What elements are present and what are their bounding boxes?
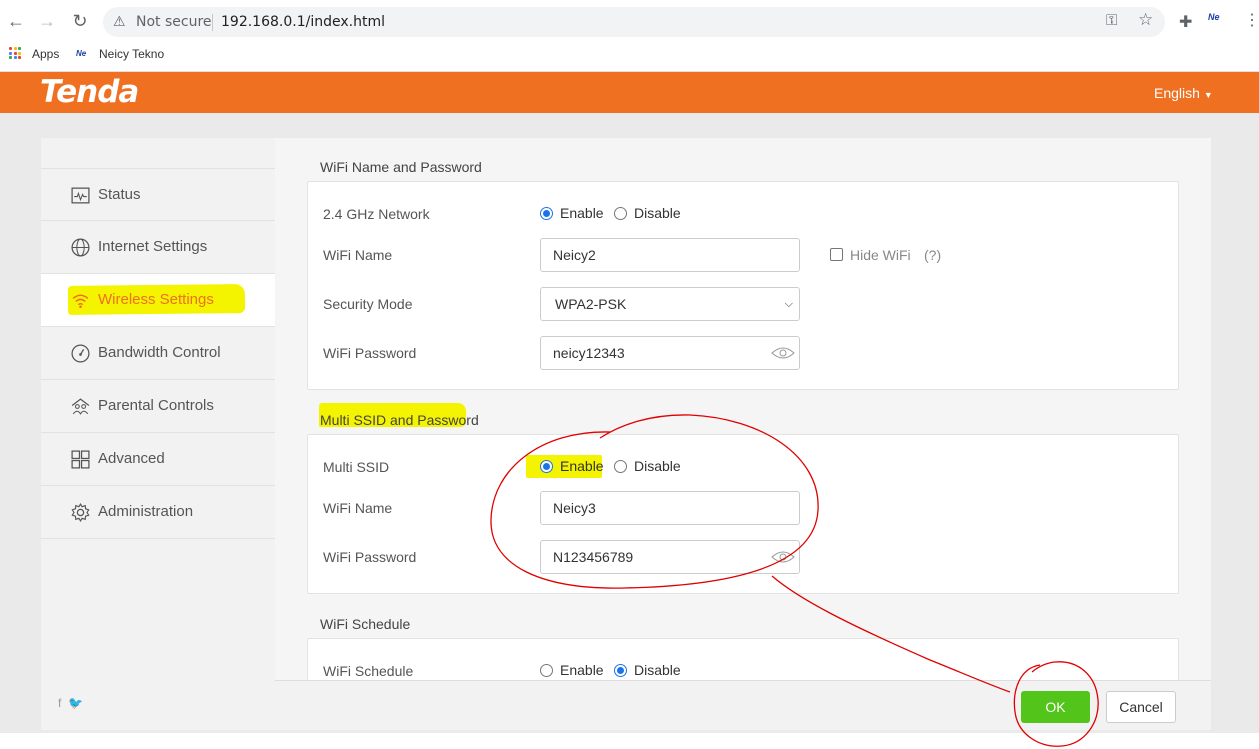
help-icon[interactable]: (?) <box>924 247 941 263</box>
status-icon <box>71 187 90 204</box>
globe-icon <box>71 238 90 257</box>
router-header: Tenda English ▼ <box>0 72 1259 113</box>
family-icon <box>71 398 90 415</box>
eye-icon[interactable] <box>771 550 795 564</box>
sidebar: Status Internet Settings Wireless Settin… <box>41 138 275 730</box>
hide-wifi-checkbox[interactable] <box>830 248 843 261</box>
gauge-icon <box>71 344 90 363</box>
sidebar-item-label: Bandwidth Control <box>98 344 221 361</box>
multi-wifi-password-label: WiFi Password <box>323 549 417 565</box>
bookmark-neicy-tekno[interactable]: Neicy Tekno <box>99 47 164 61</box>
address-bar[interactable]: ⚠ Not secure 192.168.0.1/index.html ⚿ ☆ <box>103 7 1165 37</box>
extensions-puzzle-icon[interactable]: ✚ <box>1179 12 1192 32</box>
enable-label[interactable]: Enable <box>560 205 604 221</box>
apps-grid-icon[interactable] <box>9 47 21 59</box>
gear-icon <box>71 502 90 523</box>
sidebar-item-label: Advanced <box>98 450 165 467</box>
browser-menu-icon[interactable]: ⋮ <box>1244 10 1259 30</box>
wifi-name-input[interactable]: Neicy2 <box>540 238 800 272</box>
browser-toolbar: ← → ↻ ⚠ Not secure 192.168.0.1/index.htm… <box>0 0 1259 44</box>
sidebar-item-parental-controls[interactable]: Parental Controls <box>41 380 275 433</box>
network-enable-radio[interactable] <box>540 207 553 220</box>
wifi-password-input[interactable]: neicy12343 <box>540 336 800 370</box>
sidebar-item-label: Status <box>98 186 141 203</box>
enable-label[interactable]: Enable <box>560 458 604 474</box>
sidebar-item-internet-settings[interactable]: Internet Settings <box>41 221 275 274</box>
bookmark-star-icon[interactable]: ☆ <box>1138 10 1153 30</box>
sidebar-item-label: Administration <box>98 503 194 520</box>
schedule-label: WiFi Schedule <box>323 663 414 679</box>
tenda-logo: Tenda <box>40 74 139 110</box>
sidebar-item-status[interactable]: Status <box>41 168 275 221</box>
sidebar-item-advanced[interactable]: Advanced <box>41 433 275 486</box>
multi-wifi-name-label: WiFi Name <box>323 500 393 516</box>
schedule-disable-radio[interactable] <box>614 664 627 677</box>
page-bottom <box>0 733 1259 749</box>
disable-label[interactable]: Disable <box>634 662 681 678</box>
sidebar-item-label: Wireless Settings <box>98 291 214 308</box>
security-mode-label: Security Mode <box>323 296 413 312</box>
multi-ssid-enable-radio[interactable] <box>540 460 553 473</box>
facebook-icon[interactable]: f <box>58 696 61 710</box>
back-arrow-icon[interactable]: ← <box>6 11 26 31</box>
multi-ssid-card: Multi SSID Enable Disable WiFi Name Neic… <box>307 434 1179 594</box>
chevron-down-icon: ⌵ <box>784 298 793 310</box>
enable-label[interactable]: Enable <box>560 662 604 678</box>
sidebar-item-bandwidth-control[interactable]: Bandwidth Control <box>41 327 275 380</box>
key-icon[interactable]: ⚿ <box>1106 12 1117 29</box>
neicy-favicon-icon: Ne <box>76 49 87 58</box>
security-mode-value: WPA2-PSK <box>555 296 627 312</box>
sidebar-item-label: Parental Controls <box>98 397 214 414</box>
wifi-name-label: WiFi Name <box>323 247 393 263</box>
multi-wifi-password-value: N123456789 <box>553 549 634 565</box>
wifi-password-label: WiFi Password <box>323 345 417 361</box>
wifi-icon <box>72 294 89 309</box>
disable-label[interactable]: Disable <box>634 205 681 221</box>
caret-down-icon: ▼ <box>1203 90 1213 100</box>
footer-bar: OK Cancel <box>275 680 1211 730</box>
profile-avatar-icon[interactable]: Ne <box>1208 12 1234 28</box>
network-disable-radio[interactable] <box>614 207 627 220</box>
url-text[interactable]: 192.168.0.1/index.html <box>221 14 385 30</box>
network-label: 2.4 GHz Network <box>323 206 430 222</box>
schedule-radio-group: Enable Disable <box>540 662 740 680</box>
eye-icon[interactable] <box>771 346 795 360</box>
disable-label[interactable]: Disable <box>634 458 681 474</box>
wifi-password-value: neicy12343 <box>553 345 625 361</box>
section-title-wifi: WiFi Name and Password <box>320 159 482 175</box>
sidebar-item-label: Internet Settings <box>98 238 208 255</box>
security-mode-select[interactable]: WPA2-PSK ⌵ <box>540 287 800 321</box>
multi-wifi-password-input[interactable]: N123456789 <box>540 540 800 574</box>
wifi-card: 2.4 GHz Network Enable Disable WiFi Name… <box>307 181 1179 390</box>
address-divider <box>212 14 213 31</box>
cancel-button[interactable]: Cancel <box>1106 691 1176 723</box>
multi-ssid-label: Multi SSID <box>323 459 390 475</box>
forward-arrow-icon[interactable]: → <box>37 11 57 31</box>
grid-icon <box>71 450 90 469</box>
multi-ssid-radio-group: Enable Disable <box>540 458 740 476</box>
reload-icon[interactable]: ↻ <box>70 11 90 31</box>
multi-wifi-name-input[interactable]: Neicy3 <box>540 491 800 525</box>
section-title-schedule: WiFi Schedule <box>320 616 411 632</box>
bookmark-apps[interactable]: Apps <box>32 47 59 61</box>
twitter-icon[interactable]: 🐦 <box>68 696 83 710</box>
section-title-multi-ssid: Multi SSID and Password <box>320 412 479 428</box>
language-label: English <box>1154 85 1200 101</box>
schedule-enable-radio[interactable] <box>540 664 553 677</box>
schedule-card: WiFi Schedule Enable Disable <box>307 638 1179 680</box>
main-panel: WiFi Name and Password 2.4 GHz Network E… <box>275 138 1211 680</box>
hide-wifi-label[interactable]: Hide WiFi <box>850 247 911 263</box>
ok-button[interactable]: OK <box>1021 691 1090 723</box>
sidebar-item-wireless-settings[interactable]: Wireless Settings <box>41 274 275 327</box>
security-label[interactable]: Not secure <box>136 14 212 30</box>
bookmarks-bar: Apps Ne Neicy Tekno <box>0 44 1259 72</box>
language-dropdown[interactable]: English ▼ <box>1154 85 1213 101</box>
multi-ssid-disable-radio[interactable] <box>614 460 627 473</box>
sidebar-item-administration[interactable]: Administration <box>41 486 275 539</box>
warning-icon[interactable]: ⚠ <box>113 13 126 30</box>
network-radio-group: Enable Disable <box>540 205 740 223</box>
social-links: f 🐦 <box>58 696 83 710</box>
